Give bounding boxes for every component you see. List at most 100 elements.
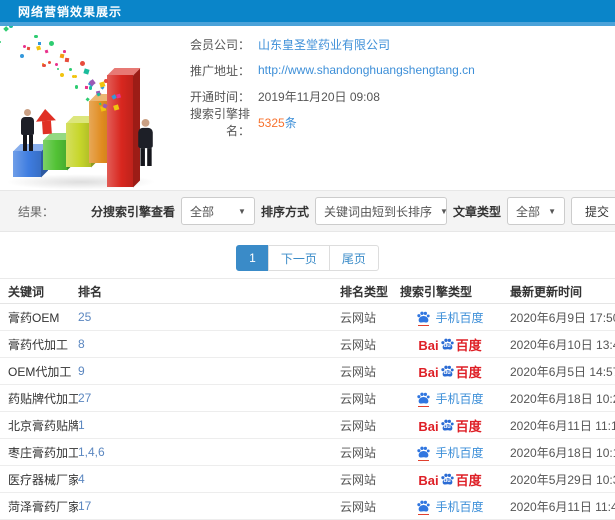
rank-link[interactable]: 1 (78, 418, 85, 432)
confetti-dot (57, 68, 60, 71)
sort-select[interactable]: 关键词由短到长排序 ▼ (314, 197, 448, 225)
rank-link[interactable]: 25 (78, 310, 91, 324)
submit-button[interactable]: 提交 (571, 197, 615, 225)
person-legs (21, 135, 34, 151)
mobile-baidu-link[interactable]: 手机百度 (416, 444, 484, 461)
mobile-baidu-link[interactable]: 手机百度 (416, 498, 484, 515)
rank-link[interactable]: 4 (78, 472, 85, 486)
header-rank: 排名 (78, 284, 103, 299)
table-body: 膏药OEM 25 云网站 手机百度 2020年6月9日 17:50 膏药代加工 8 云网站 Ba… (0, 304, 615, 520)
chevron-down-icon: ▼ (548, 206, 556, 216)
person-body (21, 117, 34, 135)
promo-url-link[interactable]: http://www.shandonghuangshengtang.cn (258, 63, 475, 77)
keyword-cell: 药贴牌代加工 (8, 391, 78, 406)
rank-link[interactable]: 9 (78, 364, 85, 378)
table-row: 膏药代加工 8 云网站 Bai du 百度 2020年6月10日 13:40 (0, 331, 615, 358)
rank-type-value: 云网站 (340, 445, 377, 460)
bar-front-face (43, 140, 67, 170)
article-type-select[interactable]: 全部 ▼ (507, 197, 565, 225)
rank-cell: 9 (78, 364, 340, 378)
person-head (24, 109, 31, 116)
rank-type-value: 云网站 (340, 310, 377, 325)
table-row: 药贴牌代加工 27 云网站 手机百度 2020年6月18日 10:25 (0, 385, 615, 412)
page-title: 网络营销效果展示 (18, 4, 123, 19)
updated-cell: 2020年5月29日 10:32 (500, 471, 615, 488)
member-company-label: 会员公司： (189, 37, 250, 52)
chart-bar (66, 116, 98, 167)
confetti-dot (59, 72, 65, 78)
rank-link[interactable]: 8 (78, 337, 85, 351)
baidu-logo-suffix: 百度 (455, 472, 482, 487)
rank-type-value: 云网站 (340, 472, 377, 487)
updated-cell: 2020年6月5日 14:57 (500, 363, 615, 380)
baidu-logo[interactable]: Bai du 百度 (418, 364, 482, 379)
person-leg (146, 148, 152, 166)
confetti-dot (2, 26, 9, 32)
rank-link[interactable]: 27 (78, 391, 91, 405)
rank-type-value: 云网站 (340, 391, 377, 406)
mobile-baidu-label: 手机百度 (435, 391, 484, 406)
baidu-logo[interactable]: Bai du 百度 (418, 337, 482, 352)
table-header-row: 关键词 排名 排名类型 搜索引擎类型 最新更新时间 (0, 278, 615, 304)
rank-link[interactable]: 1,4,6 (78, 445, 105, 459)
sort-label: 排序方式 (260, 204, 309, 219)
engine-view-selected: 全部 (189, 204, 214, 219)
businessman-left (21, 109, 34, 151)
mobile-baidu-link[interactable]: 手机百度 (416, 309, 484, 326)
confetti-dot (63, 50, 66, 53)
baidu-logo-prefix: Bai (418, 418, 439, 433)
chart-bar (13, 144, 48, 177)
mobile-baidu-label: 手机百度 (435, 499, 484, 514)
rank-link[interactable]: 17 (78, 499, 91, 513)
updated-value: 2020年6月11日 11:18 (510, 418, 615, 433)
promo-url-label: 推广地址： (189, 63, 250, 78)
updated-cell: 2020年6月11日 11:18 (500, 417, 615, 434)
confetti-dot (0, 41, 1, 43)
engine-cell: 手机百度 (400, 309, 500, 326)
growth-arrow-icon (35, 108, 57, 135)
company-info-section: 会员公司： 山东皇圣堂药业有限公司 推广地址： http://www.shand… (0, 26, 615, 190)
baidu-logo[interactable]: Bai du 百度 (418, 418, 482, 433)
rank-cell: 17 (78, 499, 340, 513)
confetti-dot (8, 26, 14, 29)
article-type-label: 文章类型 (452, 204, 501, 219)
rank-cell: 1,4,6 (78, 445, 340, 459)
engine-view-select[interactable]: 全部 ▼ (180, 197, 255, 225)
page-1-button[interactable]: 1 (236, 245, 269, 271)
rank-type-cell: 云网站 (340, 309, 400, 326)
confetti-dot (22, 44, 27, 49)
updated-cell: 2020年6月10日 13:40 (500, 336, 615, 353)
updated-cell: 2020年6月18日 10:19 (500, 444, 615, 461)
rank-type-cell: 云网站 (340, 444, 400, 461)
next-page-button[interactable]: 下一页 (267, 245, 330, 271)
updated-value: 2020年6月10日 13:40 (510, 337, 615, 352)
baidu-paw-text: du (443, 477, 451, 484)
updated-value: 2020年5月29日 10:32 (510, 472, 615, 487)
engine-cell: 手机百度 (400, 390, 500, 407)
baidu-logo-suffix: 百度 (455, 418, 482, 433)
bar-chart-illustration (0, 26, 185, 190)
confetti-dot (79, 61, 85, 67)
rank-cell: 4 (78, 472, 340, 486)
engine-cell: 手机百度 (400, 498, 500, 515)
mobile-baidu-link[interactable]: 手机百度 (416, 390, 484, 407)
baidu-logo-prefix: Bai (418, 472, 439, 487)
table-row: OEM代加工 9 云网站 Bai du 百度 2020年6月5日 14:57 (0, 358, 615, 385)
baidu-logo[interactable]: Bai du 百度 (418, 472, 482, 487)
engine-cell: Bai du 百度 (400, 364, 500, 379)
updated-value: 2020年6月9日 17:50 (510, 310, 615, 325)
member-company-link[interactable]: 山东皇圣堂药业有限公司 (258, 36, 390, 53)
keyword-cell: 膏药代加工 (8, 337, 69, 352)
last-page-button[interactable]: 尾页 (328, 245, 379, 271)
updated-value: 2020年6月18日 10:25 (510, 391, 615, 406)
confetti-dot (49, 41, 55, 47)
engine-rank-row: 搜索引擎排名： 5325条 (170, 107, 615, 138)
confetti-dot (37, 42, 41, 46)
table-row: 枣庄膏药加工 1,4,6 云网站 手机百度 2020年6月18日 10:19 (0, 439, 615, 466)
rank-cell: 27 (78, 391, 340, 405)
updated-cell: 2020年6月11日 11:40 (500, 498, 615, 515)
confetti-dot (64, 57, 69, 63)
confetti-dot (19, 54, 24, 59)
engine-rank-label: 搜索引擎排名： (189, 107, 250, 138)
chevron-down-icon: ▼ (238, 206, 246, 216)
